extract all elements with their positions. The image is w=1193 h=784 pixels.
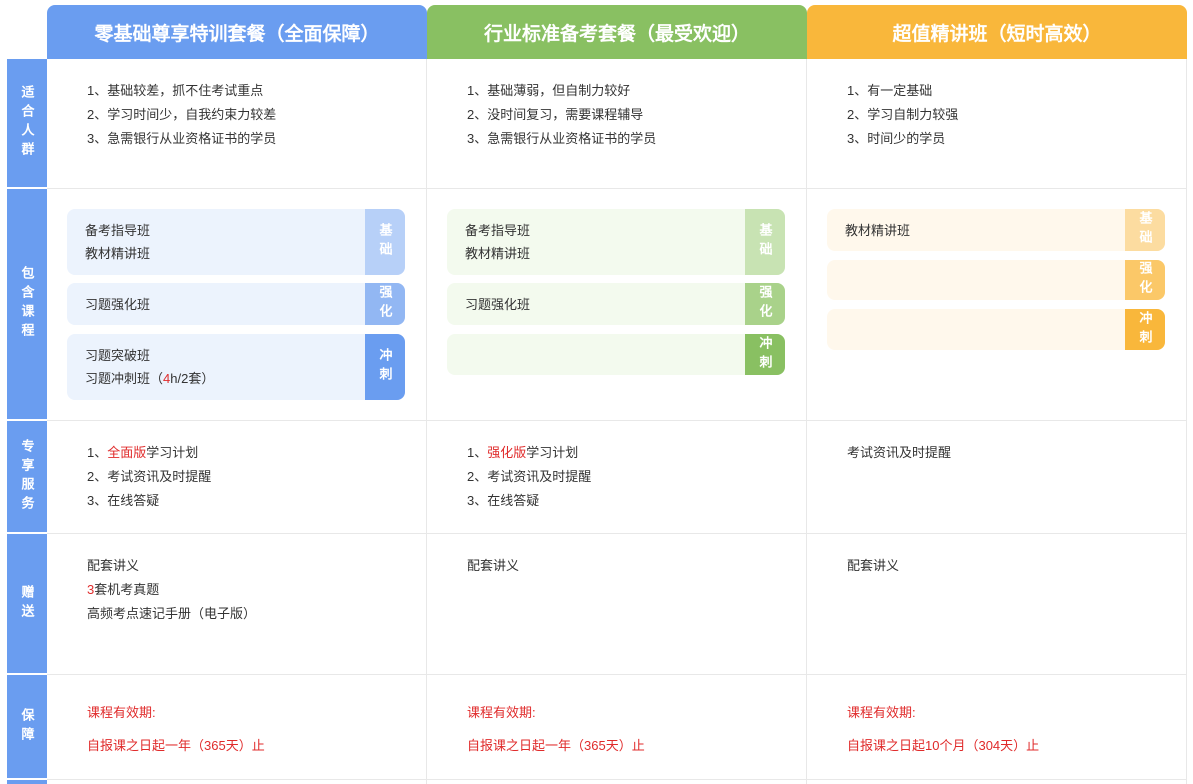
list-item: 2、没时间复习，需要课程辅导 — [467, 107, 644, 122]
course-name: 备考指导班 — [465, 223, 531, 238]
header-premium-package: 零基础尊享特训套餐（全面保障） — [47, 5, 427, 59]
course-name: 备考指导班 — [85, 223, 151, 238]
validity-label: 课程有效期: — [467, 705, 536, 720]
tag-sprint: 冲刺 — [365, 334, 405, 400]
list-item: 3、时间少的学员 — [847, 131, 946, 146]
services-cell-3: 考试资讯及时提醒 — [807, 421, 1187, 534]
validity-period: 自报课之日起一年（365天）止 — [87, 738, 265, 753]
suitable-cell-1: 1、基础较差，抓不住考试重点 2、学习时间少，自我约束力较差 3、急需银行从业资… — [47, 59, 427, 189]
list-item: 1、基础薄弱，但自制力较好 — [467, 83, 631, 98]
list-item: 1、有一定基础 — [847, 83, 933, 98]
package-comparison-table: 零基础尊享特训套餐（全面保障） 行业标准备考套餐（最受欢迎） 超值精讲班（短时高… — [0, 0, 1193, 784]
list-item: 1、强化版学习计划 — [467, 445, 579, 460]
suitable-cell-2: 1、基础薄弱，但自制力较好 2、没时间复习，需要课程辅导 3、急需银行从业资格证… — [427, 59, 807, 189]
tag-basic: 基础 — [1125, 209, 1165, 251]
next-row-cell — [427, 780, 807, 784]
course-box-basic: 备考指导班 教材精讲班 基础 — [447, 209, 785, 275]
gifts-cell-1: 配套讲义 3套机考真题 高频考点速记手册（电子版） — [47, 534, 427, 675]
gifts-cell-2: 配套讲义 — [427, 534, 807, 675]
tag-strengthen: 强化 — [745, 283, 785, 325]
suitable-cell-3: 1、有一定基础 2、学习自制力较强 3、时间少的学员 — [807, 59, 1187, 189]
course-box-strengthen: 习题强化班 强化 — [447, 283, 785, 325]
list-item: 考试资讯及时提醒 — [847, 445, 952, 460]
row-label-courses: 包含课程 — [7, 189, 47, 421]
validity-period: 自报课之日起10个月（304天）止 — [847, 738, 1040, 753]
row-label-guarantee: 保障 — [7, 675, 47, 780]
course-name: 习题突破班 — [85, 348, 151, 363]
header-value-package: 超值精讲班（短时高效） — [807, 5, 1187, 59]
guarantee-cell-1: 课程有效期: 自报课之日起一年（365天）止 — [47, 675, 427, 780]
table-corner — [0, 0, 47, 59]
list-item: 配套讲义 — [87, 558, 140, 573]
list-item: 配套讲义 — [467, 558, 520, 573]
course-name-extra: 习题冲刺班（4h/2套） — [85, 371, 215, 386]
services-cell-1: 1、全面版学习计划 2、考试资讯及时提醒 3、在线答疑 — [47, 421, 427, 534]
list-item: 3、急需银行从业资格证书的学员 — [467, 131, 657, 146]
list-item: 2、考试资讯及时提醒 — [467, 469, 592, 484]
course-name: 教材精讲班 — [465, 246, 531, 261]
guarantee-cell-2: 课程有效期: 自报课之日起一年（365天）止 — [427, 675, 807, 780]
course-box-basic: 教材精讲班 基础 — [827, 209, 1165, 251]
row-label-services: 专享服务 — [7, 421, 47, 534]
tag-basic: 基础 — [365, 209, 405, 275]
row-label-next — [7, 780, 47, 784]
course-box-strengthen: 强化 — [827, 260, 1165, 300]
list-item: 2、学习时间少，自我约束力较差 — [87, 107, 277, 122]
tag-sprint: 冲刺 — [1125, 309, 1165, 350]
course-name: 教材精讲班 — [845, 222, 911, 238]
list-item: 高频考点速记手册（电子版） — [87, 606, 257, 621]
list-item: 3、在线答疑 — [467, 493, 540, 508]
tag-basic: 基础 — [745, 209, 785, 275]
next-row-cell — [47, 780, 427, 784]
list-item: 2、学习自制力较强 — [847, 107, 959, 122]
list-item: 3、急需银行从业资格证书的学员 — [87, 131, 277, 146]
course-box-strengthen: 习题强化班 强化 — [67, 283, 405, 325]
row-label-gifts: 赠送 — [7, 534, 47, 675]
course-box-sprint: 冲刺 — [447, 334, 785, 375]
next-row-cell — [807, 780, 1187, 784]
list-item: 3套机考真题 — [87, 582, 160, 597]
tag-strengthen: 强化 — [1125, 260, 1165, 300]
header-standard-package: 行业标准备考套餐（最受欢迎） — [427, 5, 807, 59]
validity-period: 自报课之日起一年（365天）止 — [467, 738, 645, 753]
services-cell-2: 1、强化版学习计划 2、考试资讯及时提醒 3、在线答疑 — [427, 421, 807, 534]
course-box-basic: 备考指导班 教材精讲班 基础 — [67, 209, 405, 275]
course-name: 习题强化班 — [465, 296, 531, 312]
course-box-sprint: 冲刺 — [827, 309, 1165, 350]
course-name: 教材精讲班 — [85, 246, 151, 261]
validity-label: 课程有效期: — [847, 705, 916, 720]
guarantee-cell-3: 课程有效期: 自报课之日起10个月（304天）止 — [807, 675, 1187, 780]
course-name: 习题强化班 — [85, 296, 151, 312]
list-item: 1、基础较差，抓不住考试重点 — [87, 83, 264, 98]
gifts-cell-3: 配套讲义 — [807, 534, 1187, 675]
list-item: 配套讲义 — [847, 558, 900, 573]
tag-strengthen: 强化 — [365, 283, 405, 325]
validity-label: 课程有效期: — [87, 705, 156, 720]
course-box-sprint: 习题突破班 习题冲刺班（4h/2套） 冲刺 — [67, 334, 405, 400]
list-item: 3、在线答疑 — [87, 493, 160, 508]
list-item: 2、考试资讯及时提醒 — [87, 469, 212, 484]
list-item: 1、全面版学习计划 — [87, 445, 199, 460]
row-label-suitable: 适合人群 — [7, 59, 47, 189]
tag-sprint: 冲刺 — [745, 334, 785, 375]
